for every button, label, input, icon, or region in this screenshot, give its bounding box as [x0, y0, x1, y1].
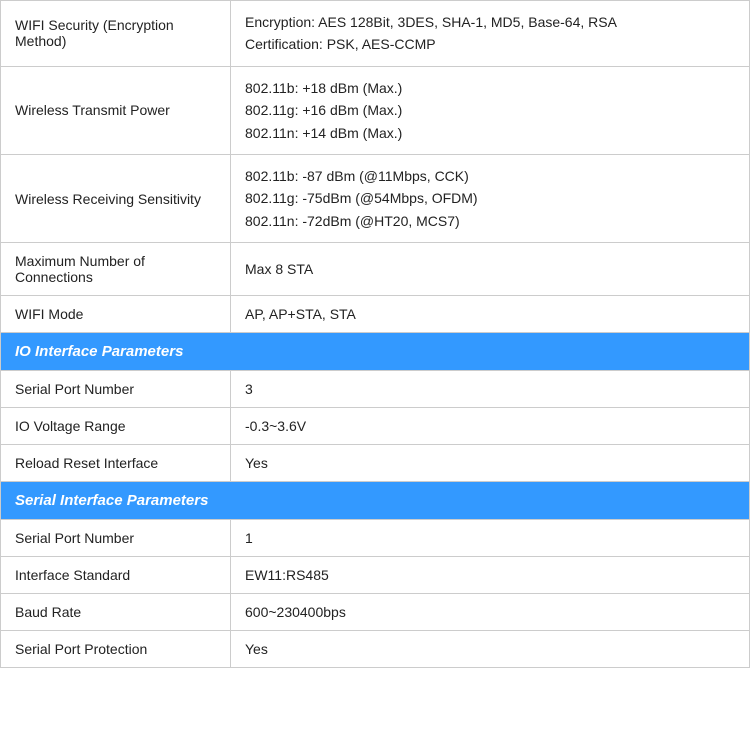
row-value-line-1-1: 802.11g: +16 dBm (Max.) — [245, 102, 402, 118]
row-value-1: 802.11b: +18 dBm (Max.) 802.11g: +16 dBm … — [231, 66, 750, 154]
row-value-6: 3 — [231, 371, 750, 408]
row-label-13: Serial Port Protection — [1, 631, 231, 668]
row-value-2: 802.11b: -87 dBm (@11Mbps, CCK) 802.11g: … — [231, 154, 750, 242]
row-label-0: WIFI Security (Encryption Method) — [1, 1, 231, 67]
row-value-line-2-1: 802.11g: -75dBm (@54Mbps, OFDM) — [245, 190, 478, 206]
row-label-6: Serial Port Number — [1, 371, 231, 408]
row-value-4: AP, AP+STA, STA — [231, 296, 750, 333]
row-value-7: -0.3~3.6V — [231, 408, 750, 445]
row-value-line-0-0: Encryption: AES 128Bit, 3DES, SHA-1, MD5… — [245, 14, 617, 30]
row-value-line-0-1: Certification: PSK, AES-CCMP — [245, 36, 436, 52]
row-label-1: Wireless Transmit Power — [1, 66, 231, 154]
specs-table: WIFI Security (Encryption Method) Encrypt… — [0, 0, 750, 668]
section-header-9: Serial Interface Parameters — [1, 482, 750, 520]
row-value-line-1-2: 802.11n: +14 dBm (Max.) — [245, 125, 402, 141]
row-value-line-2-2: 802.11n: -72dBm (@HT20, MCS7) — [245, 213, 460, 229]
row-value-8: Yes — [231, 445, 750, 482]
row-label-3: Maximum Number of Connections — [1, 243, 231, 296]
row-label-12: Baud Rate — [1, 594, 231, 631]
row-value-3: Max 8 STA — [231, 243, 750, 296]
row-value-12: 600~230400bps — [231, 594, 750, 631]
section-header-5: IO Interface Parameters — [1, 333, 750, 371]
row-label-11: Interface Standard — [1, 557, 231, 594]
row-label-4: WIFI Mode — [1, 296, 231, 333]
row-label-8: Reload Reset Interface — [1, 445, 231, 482]
row-value-11: EW11:RS485 — [231, 557, 750, 594]
row-value-line-2-0: 802.11b: -87 dBm (@11Mbps, CCK) — [245, 168, 469, 184]
row-label-7: IO Voltage Range — [1, 408, 231, 445]
row-value-10: 1 — [231, 520, 750, 557]
row-label-10: Serial Port Number — [1, 520, 231, 557]
row-label-2: Wireless Receiving Sensitivity — [1, 154, 231, 242]
row-value-0: Encryption: AES 128Bit, 3DES, SHA-1, MD5… — [231, 1, 750, 67]
row-value-13: Yes — [231, 631, 750, 668]
row-value-line-1-0: 802.11b: +18 dBm (Max.) — [245, 80, 402, 96]
